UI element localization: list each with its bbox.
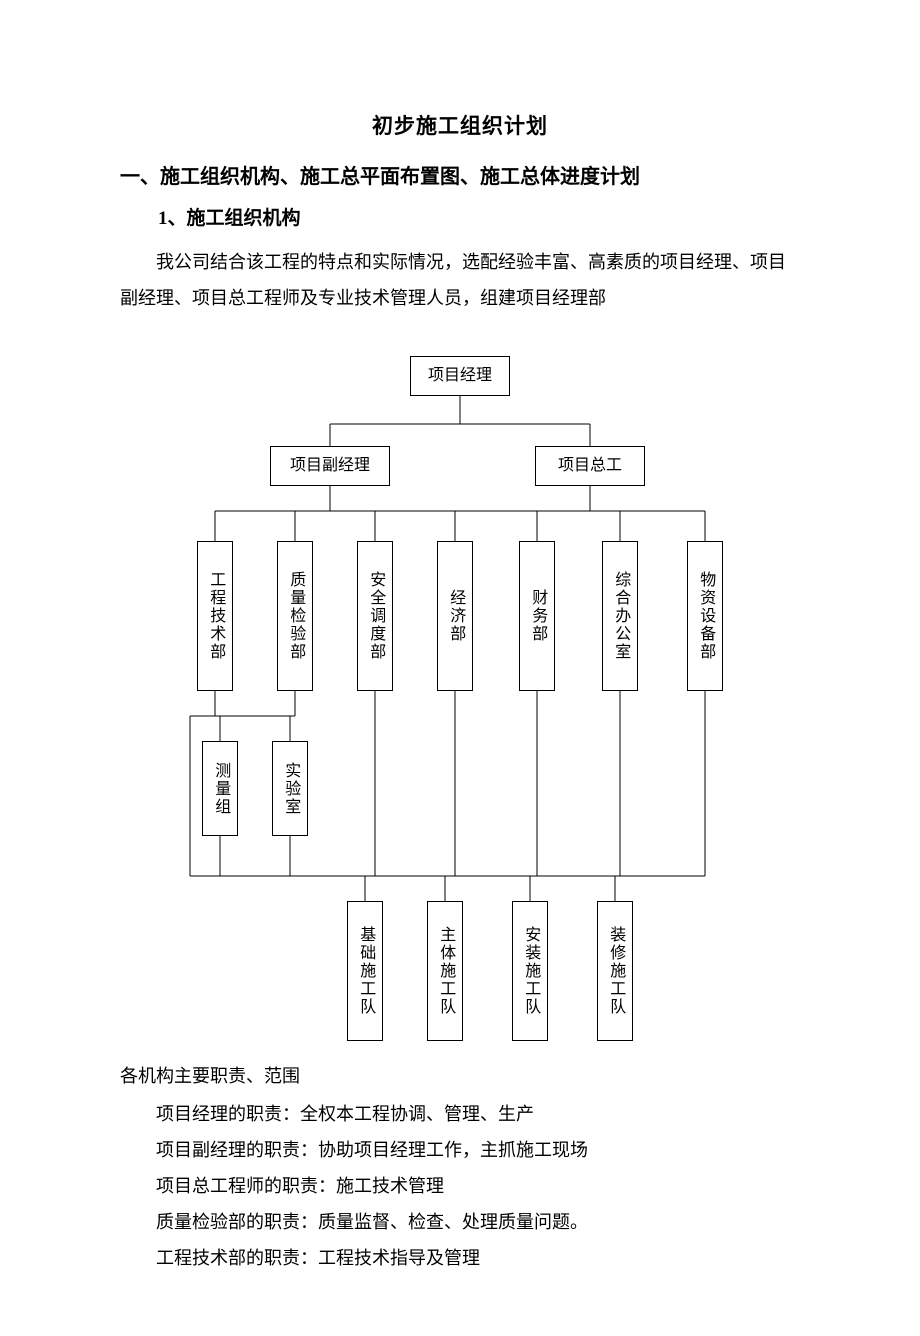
duty-line: 质量检验部的职责：质量监督、检查、处理质量问题。 <box>120 1204 800 1240</box>
duty-line: 项目副经理的职责：协助项目经理工作，主抓施工现场 <box>120 1132 800 1168</box>
org-node-dept-6: 物资设备部 <box>687 541 723 691</box>
duties-heading: 各机构主要职责、范围 <box>120 1058 800 1094</box>
doc-title: 初步施工组织计划 <box>120 110 800 140</box>
org-node-dept-4: 财务部 <box>519 541 555 691</box>
org-node-team-3: 装修施工队 <box>597 901 633 1041</box>
duty-line: 项目经理的职责：全权本工程协调、管理、生产 <box>120 1096 800 1132</box>
org-node-dept-5: 综合办公室 <box>602 541 638 691</box>
org-node-root: 项目经理 <box>410 356 510 396</box>
org-chart: 项目经理 项目副经理 项目总工 工程技术部 质量检验部 安全调度部 经济部 财务… <box>120 346 800 1046</box>
org-node-sub-1: 实验室 <box>272 741 308 836</box>
org-node-dept-2: 安全调度部 <box>357 541 393 691</box>
org-node-chief: 项目总工 <box>535 446 645 486</box>
org-node-dept-3: 经济部 <box>437 541 473 691</box>
heading-2: 1、施工组织机构 <box>120 203 800 230</box>
duty-line: 项目总工程师的职责：施工技术管理 <box>120 1168 800 1204</box>
org-node-team-2: 安装施工队 <box>512 901 548 1041</box>
org-node-team-0: 基础施工队 <box>347 901 383 1041</box>
heading-1: 一、施工组织机构、施工总平面布置图、施工总体进度计划 <box>120 160 800 189</box>
org-node-dept-0: 工程技术部 <box>197 541 233 691</box>
duty-line: 工程技术部的职责：工程技术指导及管理 <box>120 1240 800 1276</box>
org-node-deputy: 项目副经理 <box>270 446 390 486</box>
intro-paragraph: 我公司结合该工程的特点和实际情况，选配经验丰富、高素质的项目经理、项目副经理、项… <box>120 244 800 316</box>
org-node-sub-0: 测量组 <box>202 741 238 836</box>
org-node-team-1: 主体施工队 <box>427 901 463 1041</box>
org-node-dept-1: 质量检验部 <box>277 541 313 691</box>
document-page: 初步施工组织计划 一、施工组织机构、施工总平面布置图、施工总体进度计划 1、施工… <box>0 0 920 1336</box>
